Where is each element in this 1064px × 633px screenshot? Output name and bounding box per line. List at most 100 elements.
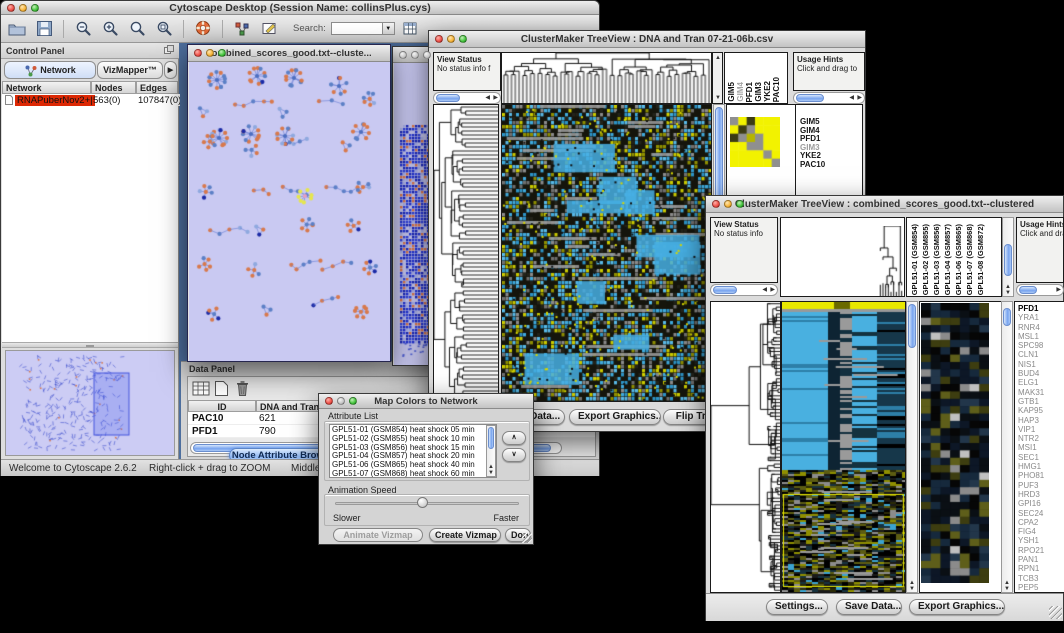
zoom-selected-icon[interactable] <box>126 18 148 40</box>
treeview1-correlation-heatmap[interactable] <box>730 117 780 167</box>
network1-canvas[interactable] <box>189 62 390 361</box>
network1-title-bar[interactable]: combined_scores_good.txt--cluste... <box>188 45 390 62</box>
treeview1-row-dendrogram[interactable] <box>434 105 498 401</box>
close-icon[interactable] <box>7 4 15 12</box>
array-column-label[interactable]: GIM3 <box>754 82 763 102</box>
gene-label[interactable]: HAP3 <box>1018 416 1064 425</box>
array-column-label[interactable]: PAC10 <box>772 77 781 102</box>
minimize-icon[interactable] <box>19 4 27 12</box>
gene-label[interactable]: FIG4 <box>1018 527 1064 536</box>
gene-label[interactable]: PAN1 <box>1018 555 1064 564</box>
network-overview-canvas[interactable] <box>6 351 174 455</box>
gene-label[interactable]: RNR4 <box>1018 323 1064 332</box>
new-attribute-icon[interactable] <box>214 380 229 402</box>
data-column-id[interactable]: ID <box>188 400 256 412</box>
slider-thumb[interactable] <box>417 497 428 508</box>
gene-label[interactable]: PFD1 <box>1018 304 1064 313</box>
array-column-label[interactable]: GPL51-01 (GSM854) <box>909 224 920 295</box>
treeview2-vscrollbar[interactable]: ▲▼ <box>906 301 918 593</box>
delete-attribute-icon[interactable] <box>234 379 251 402</box>
minimize-icon[interactable] <box>411 51 419 59</box>
network-row[interactable]: RNAPuberNov2+| 563(0) 107847(0) <box>2 94 180 106</box>
close-icon[interactable] <box>399 51 407 59</box>
attribute-table-icon[interactable] <box>192 380 211 402</box>
gene-label[interactable]: HRD3 <box>1018 490 1064 499</box>
treeview1-row-dendrogram-pane[interactable] <box>433 104 499 402</box>
close-icon[interactable] <box>325 397 333 405</box>
gene-label[interactable]: SEC24 <box>1018 509 1064 518</box>
zoom-window-icon[interactable] <box>31 4 39 12</box>
treeview2-column-dendrogram-pane[interactable] <box>780 217 905 297</box>
minimize-icon[interactable] <box>447 35 455 43</box>
gene-label[interactable]: GPI16 <box>1018 499 1064 508</box>
tab-network[interactable]: Network <box>4 61 96 79</box>
treeview2-zoom-heatmap-pane[interactable] <box>921 303 989 583</box>
zoom-window-icon[interactable] <box>459 35 467 43</box>
gene-label[interactable]: KAP95 <box>1018 406 1064 415</box>
open-folder-icon[interactable] <box>6 18 28 40</box>
attribute-item[interactable]: GPL51-07 (GSM868) heat shock 60 min <box>332 470 494 478</box>
zoom-in-icon[interactable] <box>99 18 121 40</box>
array-column-label[interactable]: GIM4 <box>736 82 745 102</box>
close-icon[interactable] <box>194 49 202 57</box>
attribute-list-vscrollbar[interactable]: ▲▼ <box>486 425 496 477</box>
annotation-icon[interactable] <box>258 18 280 40</box>
tab-vizmapper[interactable]: VizMapper™ <box>97 61 163 79</box>
treeview1-label-scroll-strip[interactable]: ▲▼ <box>712 52 723 104</box>
gene-label[interactable]: MSI1 <box>1018 443 1064 452</box>
search-input[interactable] <box>331 22 383 35</box>
treeview1-column-dendrogram-pane[interactable] <box>501 52 712 104</box>
zoom-out-icon[interactable] <box>72 18 94 40</box>
gene-label[interactable]: PAC10 <box>800 161 861 170</box>
minimize-icon[interactable] <box>337 397 345 405</box>
treeview1-hints-scrollbar[interactable]: ◀▶ <box>793 92 865 104</box>
column-header-nodes[interactable]: Nodes <box>91 81 136 94</box>
gene-label[interactable]: CPA2 <box>1018 518 1064 527</box>
gene-label[interactable]: VIP1 <box>1018 425 1064 434</box>
treeview2-status-scrollbar[interactable]: ◀▶ <box>710 284 778 296</box>
import-table-icon[interactable] <box>400 18 422 40</box>
treeview2-settings-button[interactable]: Settings... <box>766 599 828 615</box>
treeview2-hints-scrollbar[interactable]: ▶ <box>1016 284 1064 296</box>
gene-label[interactable]: NIS1 <box>1018 360 1064 369</box>
gene-label[interactable]: TCB3 <box>1018 574 1064 583</box>
gene-label[interactable]: SPC98 <box>1018 341 1064 350</box>
treeview2-export-graphics-button[interactable]: Export Graphics... <box>909 599 1005 615</box>
gene-label[interactable]: CLN1 <box>1018 350 1064 359</box>
array-column-label[interactable]: GIM5 <box>727 82 736 102</box>
array-column-label[interactable]: GPL51-04 (GSM857) <box>942 224 953 295</box>
gene-label[interactable]: PHO81 <box>1018 471 1064 480</box>
array-column-label[interactable]: GPL51-02 (GSM855) <box>920 224 931 295</box>
array-column-label[interactable]: YKE2 <box>763 81 772 102</box>
treeview2-labels-vscrollbar[interactable]: ▲▼ <box>1002 217 1014 297</box>
treeview1-status-scrollbar[interactable]: ◀▶ <box>433 92 501 104</box>
treeview2-genes-vscrollbar[interactable]: ▲▼ <box>1001 301 1013 593</box>
gene-label[interactable]: SEC1 <box>1018 453 1064 462</box>
search-dropdown-icon[interactable]: ▼ <box>383 22 395 35</box>
treeview2-row-dendrogram[interactable] <box>711 302 780 592</box>
column-header-edges[interactable]: Edges <box>136 81 178 94</box>
gene-label[interactable]: RPN1 <box>1018 564 1064 573</box>
gene-label[interactable]: ELG1 <box>1018 378 1064 387</box>
float-panel-icon[interactable] <box>164 45 174 56</box>
gene-label[interactable]: BUD4 <box>1018 369 1064 378</box>
minimize-icon[interactable] <box>206 49 214 57</box>
zoom-window-icon[interactable] <box>423 51 431 59</box>
treeview2-zoom-heatmap[interactable] <box>921 303 989 583</box>
create-vizmap-button[interactable]: Create Vizmap <box>429 528 501 542</box>
main-title-bar[interactable]: Cytoscape Desktop (Session Name: collins… <box>1 1 599 15</box>
close-icon[interactable] <box>712 200 720 208</box>
minimize-icon[interactable] <box>724 200 732 208</box>
array-column-label[interactable]: PFD1 <box>745 82 754 102</box>
network-icon[interactable] <box>231 18 253 40</box>
treeview2-column-dendrogram[interactable] <box>879 226 903 296</box>
treeview1-export-graphics-button[interactable]: Export Graphics... <box>569 409 661 425</box>
gene-label[interactable]: PUF3 <box>1018 481 1064 490</box>
gene-label[interactable]: MAK31 <box>1018 388 1064 397</box>
column-header-network[interactable]: Network <box>2 81 91 94</box>
treeview2-title-bar[interactable]: ClusterMaker TreeView : combined_scores_… <box>706 196 1063 213</box>
close-icon[interactable] <box>435 35 443 43</box>
treeview1-heatmap[interactable] <box>502 105 711 401</box>
array-column-label[interactable]: GPL51-06 (GSM865) <box>953 224 964 295</box>
zoom-window-icon[interactable] <box>349 397 357 405</box>
